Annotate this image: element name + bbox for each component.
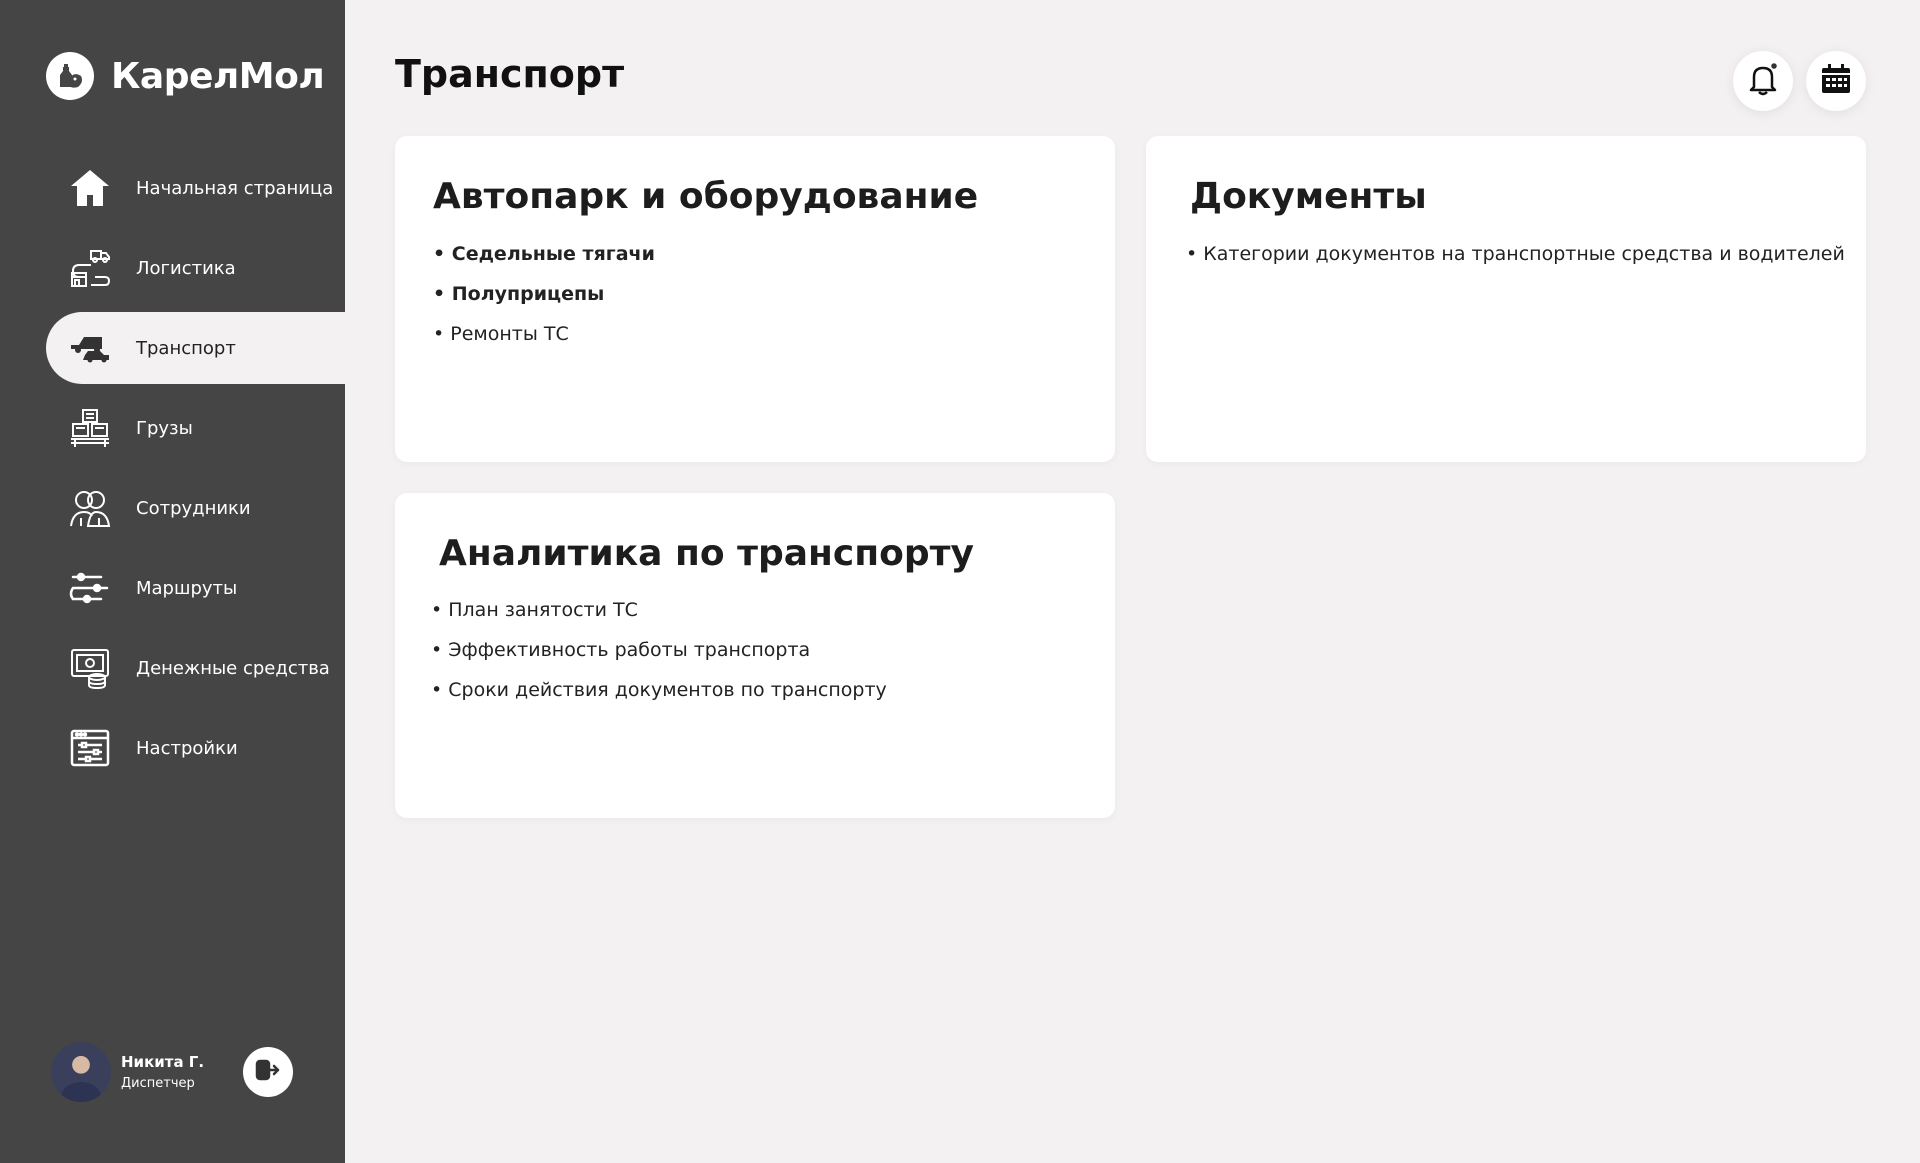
sidebar-item-settings[interactable]: Настройки <box>46 712 345 784</box>
user-role: Диспетчер <box>121 1076 195 1091</box>
sidebar-item-label: Настройки <box>136 737 238 759</box>
notifications-button[interactable] <box>1733 51 1793 111</box>
sidebar-item-home[interactable]: Начальная страница <box>46 152 345 224</box>
logout-button[interactable] <box>243 1047 293 1097</box>
card-list: • Седельные тягачи • Полуприцепы • Ремон… <box>433 234 655 354</box>
card-analytics: Аналитика по транспорту • План занятости… <box>395 493 1115 818</box>
avatar <box>51 1042 111 1102</box>
sidebar-item-routes[interactable]: Маршруты <box>46 552 345 624</box>
routes-icon <box>68 566 112 610</box>
transport-icon <box>68 326 112 370</box>
sidebar-item-employees[interactable]: Сотрудники <box>46 472 345 544</box>
list-item[interactable]: • Ремонты ТС <box>433 314 655 354</box>
list-item[interactable]: • Седельные тягачи <box>433 234 655 274</box>
sidebar: КарелМол Начальная страница Логистика Тр… <box>0 0 345 1163</box>
page-title: Транспорт <box>395 52 625 96</box>
sidebar-item-label: Логистика <box>136 257 236 279</box>
logistics-icon <box>68 246 112 290</box>
brand-name: КарелМол <box>111 55 325 97</box>
sidebar-item-money[interactable]: Денежные средства <box>46 632 345 704</box>
calendar-icon <box>1819 62 1853 100</box>
calendar-button[interactable] <box>1806 51 1866 111</box>
bell-icon <box>1746 61 1780 101</box>
card-documents: Документы • Категории документов на тран… <box>1146 136 1866 462</box>
user-profile[interactable]: Никита Г. Диспетчер <box>51 1042 204 1102</box>
card-list: • План занятости ТС • Эффективность рабо… <box>431 590 887 710</box>
sidebar-item-label: Маршруты <box>136 577 238 599</box>
card-title[interactable]: Аналитика по транспорту <box>439 533 974 574</box>
card-title[interactable]: Документы <box>1190 176 1427 217</box>
user-info: Никита Г. Диспетчер <box>121 1053 204 1091</box>
cargo-icon <box>68 406 112 450</box>
sidebar-item-transport[interactable]: Транспорт <box>46 312 345 384</box>
sidebar-item-logistics[interactable]: Логистика <box>46 232 345 304</box>
milk-logo-icon <box>46 52 94 100</box>
settings-icon <box>68 726 112 770</box>
list-item[interactable]: • Полуприцепы <box>433 274 655 314</box>
logout-icon <box>255 1058 281 1086</box>
sidebar-item-label: Транспорт <box>136 337 236 359</box>
brand[interactable]: КарелМол <box>46 52 325 100</box>
sidebar-item-label: Начальная страница <box>136 177 334 199</box>
sidebar-item-label: Денежные средства <box>136 657 330 679</box>
sidebar-nav: Начальная страница Логистика Транспорт Г… <box>46 152 345 792</box>
employees-icon <box>68 486 112 530</box>
user-name: Никита Г. <box>121 1053 205 1071</box>
money-icon <box>68 646 112 690</box>
card-list: • Категории документов на транспортные с… <box>1186 234 1845 274</box>
card-title[interactable]: Автопарк и оборудование <box>433 176 978 217</box>
list-item[interactable]: • Эффективность работы транспорта <box>431 630 887 670</box>
sidebar-item-cargo[interactable]: Грузы <box>46 392 345 464</box>
home-icon <box>68 166 112 210</box>
list-item[interactable]: • Категории документов на транспортные с… <box>1186 234 1845 274</box>
sidebar-item-label: Грузы <box>136 417 193 439</box>
list-item[interactable]: • План занятости ТС <box>431 590 887 630</box>
sidebar-item-label: Сотрудники <box>136 497 251 519</box>
list-item[interactable]: • Сроки действия документов по транспорт… <box>431 670 887 710</box>
card-fleet: Автопарк и оборудование • Седельные тяга… <box>395 136 1115 462</box>
